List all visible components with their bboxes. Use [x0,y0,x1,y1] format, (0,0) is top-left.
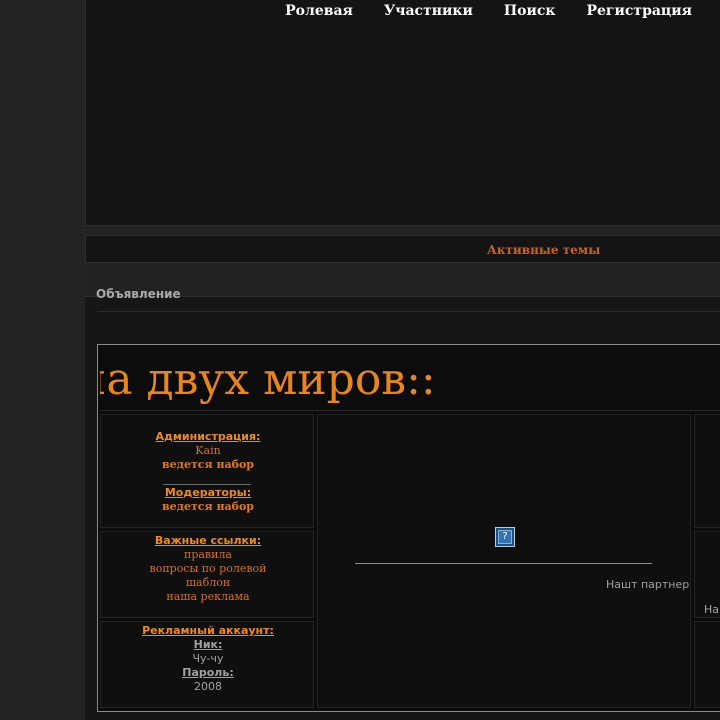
active-topics-bar: Активные темы [85,235,720,263]
faq-link[interactable]: вопросы по ролевой [101,562,315,576]
announcement-title: Объявление [96,287,181,301]
left-margin [0,0,85,720]
nav-members[interactable]: Участники [384,3,473,19]
nav-roleplay[interactable]: Ролевая [285,3,353,19]
admin-name-link[interactable]: Kain [101,444,315,458]
rules-link[interactable]: правила [101,548,315,562]
partner-cell [317,414,691,708]
administration-heading[interactable]: Администрация: [101,430,315,444]
right-cell-bottom [694,621,720,708]
moderators-heading[interactable]: Модераторы: [101,486,315,500]
partner-text: Нашт партнер [606,578,690,591]
banner-title: на двух миров:: [100,354,436,405]
our-ads-link[interactable]: наша реклама [101,590,315,604]
partner-divider [355,563,652,564]
nick-value: Чу-чу [192,652,224,665]
broken-image-icon[interactable]: ? [495,527,515,547]
moderators-recruiting-text: ведется набор [162,500,254,513]
question-mark-icon: ? [498,530,512,544]
ad-account-heading[interactable]: Рекламный аккаунт: [101,624,315,638]
right-cell-top [694,414,720,528]
important-links-cell: Важные ссылки: правила вопросы по ролево… [100,531,314,618]
template-link[interactable]: шаблон [101,576,315,590]
forum-header: Ролевая Участники Поиск Регистрация [85,0,720,226]
admin-recruiting-text: ведется набор [162,458,254,471]
admin-separator [163,484,251,485]
administration-cell: Администрация: Kain ведется набор Модера… [100,414,314,528]
nav-search[interactable]: Поиск [504,3,556,19]
main-nav: Ролевая Участники Поиск Регистрация [285,3,692,19]
password-value: 2008 [194,680,222,693]
ad-account-cell: Рекламный аккаунт: Ник: Чу-чу Пароль: 20… [100,621,314,708]
important-links-heading[interactable]: Важные ссылки: [101,534,315,548]
nick-label: Ник: [193,638,223,651]
forum-banner: на двух миров:: [100,348,720,411]
announcement-divider-inner [97,311,720,312]
active-topics-link[interactable]: Активные темы [487,243,600,257]
nav-register[interactable]: Регистрация [586,3,692,19]
password-label: Пароль: [182,666,234,679]
partner-text-clipped: На [704,603,720,616]
